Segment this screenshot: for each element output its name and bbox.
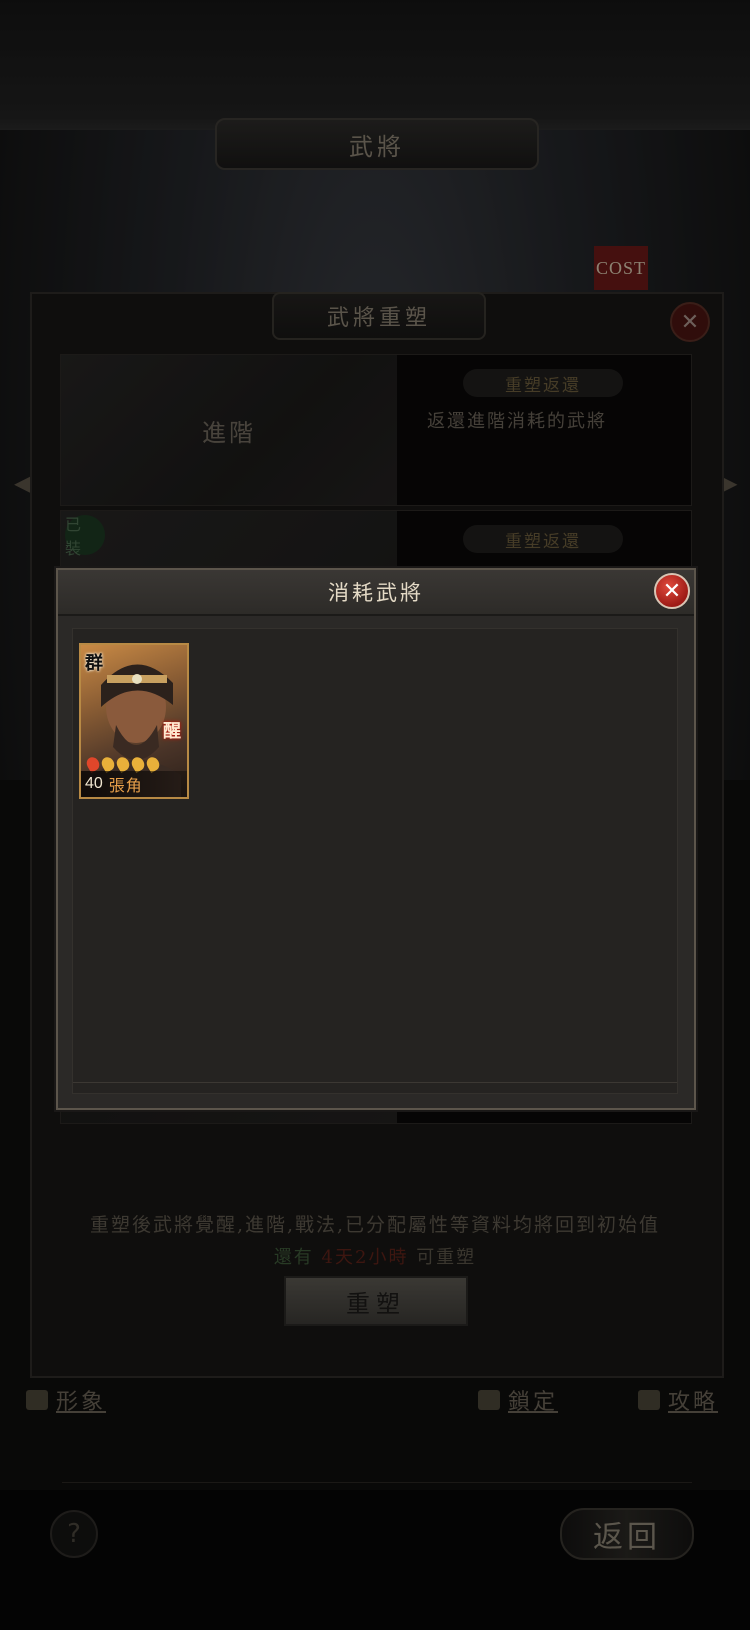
general-card[interactable]: 群 醒 40 張角 bbox=[79, 643, 189, 799]
modal-card-grid: 群 醒 40 張角 bbox=[72, 628, 678, 1094]
modal-title: 消耗武將 bbox=[58, 570, 694, 616]
general-level: 40 bbox=[85, 775, 103, 792]
general-name: 張角 bbox=[108, 776, 143, 795]
star-rating bbox=[84, 754, 162, 774]
consume-generals-modal: 消耗武將 ✕ 群 醒 40 張角 bbox=[56, 568, 696, 1110]
divider bbox=[73, 1082, 677, 1083]
card-footer: 40 張角 bbox=[81, 771, 187, 797]
modal-close-icon[interactable]: ✕ bbox=[654, 573, 690, 609]
awaken-badge: 醒 bbox=[163, 721, 181, 742]
faction-badge: 群 bbox=[85, 653, 103, 674]
